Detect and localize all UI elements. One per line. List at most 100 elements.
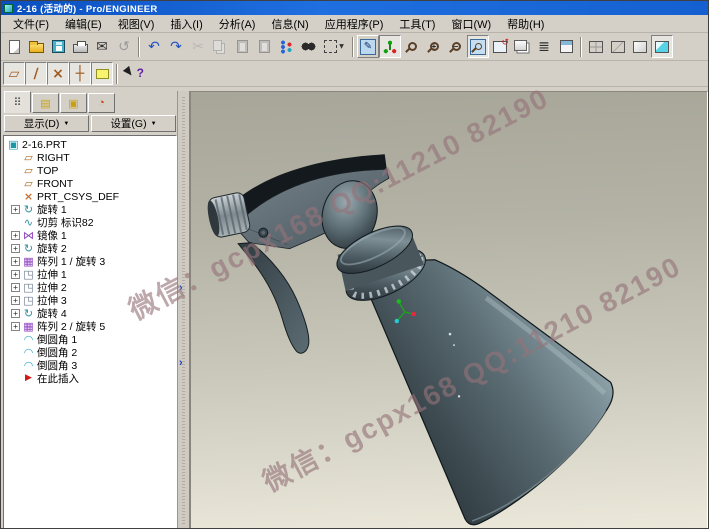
sash-collapse-icon[interactable]: › (179, 284, 183, 292)
menu-window[interactable]: 窗口(W) (443, 15, 499, 33)
settings-dropdown-button[interactable]: 设置(G)▼ (91, 115, 176, 132)
tab-connections[interactable]: ◔ (88, 93, 115, 113)
orient-mode-button[interactable] (401, 35, 423, 58)
expand-icon[interactable]: + (11, 244, 20, 253)
graphics-viewport[interactable] (190, 91, 708, 529)
copy-button[interactable] (209, 35, 231, 58)
menu-view[interactable]: 视图(V) (110, 15, 163, 33)
tree-item-pattern-1[interactable]: +▦阵列 1 / 旋转 3 (4, 255, 176, 268)
tree-item-pattern-2[interactable]: +▦阵列 2 / 旋转 5 (4, 320, 176, 333)
email-button[interactable]: ✉ (91, 35, 113, 58)
sash-collapse-icon[interactable]: › (179, 359, 183, 367)
refit-button[interactable] (467, 35, 489, 58)
expand-icon[interactable]: + (11, 270, 20, 279)
expand-icon[interactable]: + (11, 205, 20, 214)
expand-icon[interactable]: + (11, 322, 20, 331)
navigator-sash[interactable]: › › (177, 91, 190, 529)
find-button[interactable] (297, 35, 319, 58)
reorient-button[interactable] (489, 35, 511, 58)
tree-item-extrude-3[interactable]: +◳拉伸 3 (4, 294, 176, 307)
tree-item-front-plane[interactable]: ▱FRONT (4, 177, 176, 190)
csys-icon: × (22, 191, 35, 202)
main-toolbar: ✉ ↺ ↶ ↷ ✂ ▼ ✎ + − ≣ (1, 33, 708, 61)
wireframe-button[interactable] (585, 35, 607, 58)
tree-toolbar: 显示(D)▼ 设置(G)▼ (3, 113, 177, 134)
paste-special-button[interactable] (253, 35, 275, 58)
shaded-cube-icon (655, 41, 669, 53)
hidden-line-button[interactable] (607, 35, 629, 58)
revolve-icon: ↻ (22, 204, 35, 215)
no-hidden-button[interactable] (629, 35, 651, 58)
datum-axes-toggle[interactable]: ∕ (25, 62, 47, 85)
zoom-in-button[interactable]: + (423, 35, 445, 58)
no-hidden-cube-icon (633, 41, 647, 53)
tree-item-extrude-1[interactable]: +◳拉伸 1 (4, 268, 176, 281)
redo-button[interactable]: ↷ (165, 35, 187, 58)
expand-icon[interactable]: + (11, 231, 20, 240)
new-file-button[interactable] (3, 35, 25, 58)
expand-icon[interactable]: + (11, 309, 20, 318)
toolbar-separator (580, 37, 582, 57)
tree-item-trim[interactable]: ∿切剪 标识82 (4, 216, 176, 229)
tree-item-round-2[interactable]: ◠倒圆角 2 (4, 346, 176, 359)
context-help-button[interactable]: ? (121, 62, 149, 85)
round-icon: ◠ (22, 347, 35, 358)
model-tree-tab-icon: ⠿ (13, 96, 21, 109)
menu-analysis[interactable]: 分析(A) (211, 15, 264, 33)
expand-icon[interactable]: + (11, 283, 20, 292)
datum-planes-toggle[interactable]: ▱ (3, 62, 25, 85)
datum-plane-icon: ▱ (22, 178, 35, 189)
open-file-button[interactable] (25, 35, 47, 58)
erase-icon: ↺ (118, 40, 130, 54)
wireframe-cube-icon (589, 41, 603, 53)
expand-icon[interactable]: + (11, 296, 20, 305)
menu-applications[interactable]: 应用程序(P) (317, 15, 392, 33)
menu-help[interactable]: 帮助(H) (499, 15, 552, 33)
tree-item-part[interactable]: ▣2-16.PRT (4, 138, 176, 151)
view-manager-button[interactable] (555, 35, 577, 58)
title-bar[interactable]: 2-16 (活动的) - Pro/ENGINEER (1, 1, 708, 15)
tree-item-csys[interactable]: ×PRT_CSYS_DEF (4, 190, 176, 203)
selection-filter[interactable]: ▼ (319, 35, 349, 58)
tree-item-round-3[interactable]: ◠倒圆角 3 (4, 359, 176, 372)
repaint-icon: ✎ (360, 39, 376, 55)
menu-file[interactable]: 文件(F) (5, 15, 57, 33)
model-tree[interactable]: ▣2-16.PRT ▱RIGHT ▱TOP ▱FRONT ×PRT_CSYS_D… (3, 135, 177, 529)
menu-insert[interactable]: 插入(I) (162, 15, 210, 33)
print-button[interactable] (69, 35, 91, 58)
show-dropdown-button[interactable]: 显示(D)▼ (4, 115, 89, 132)
menu-info[interactable]: 信息(N) (263, 15, 316, 33)
spin-center-toggle[interactable] (379, 35, 401, 58)
tree-item-mirror-1[interactable]: +⋈镜像 1 (4, 229, 176, 242)
annotations-toggle[interactable] (91, 62, 113, 85)
tree-item-insert-here[interactable]: ▶在此插入 (4, 372, 176, 385)
erase-display-button[interactable]: ↺ (113, 35, 135, 58)
regenerate-button[interactable] (275, 35, 297, 58)
undo-button[interactable]: ↶ (143, 35, 165, 58)
datum-plane-icon: ▱ (22, 152, 35, 163)
orient-magnifier-icon (408, 42, 417, 51)
menu-edit[interactable]: 编辑(E) (57, 15, 110, 33)
reorient-icon (493, 41, 507, 53)
zoom-out-button[interactable]: − (445, 35, 467, 58)
tab-model-tree[interactable]: ⠿ (4, 91, 31, 113)
new-file-icon (9, 40, 20, 54)
saved-views-icon (514, 40, 527, 51)
repaint-button[interactable]: ✎ (357, 35, 379, 58)
tree-item-round-1[interactable]: ◠倒圆角 1 (4, 333, 176, 346)
paste-button[interactable] (231, 35, 253, 58)
layers-button[interactable]: ≣ (533, 35, 555, 58)
tree-item-extrude-2[interactable]: +◳拉伸 2 (4, 281, 176, 294)
tree-item-right-plane[interactable]: ▱RIGHT (4, 151, 176, 164)
saved-views-button[interactable] (511, 35, 533, 58)
tree-item-top-plane[interactable]: ▱TOP (4, 164, 176, 177)
expand-icon[interactable]: + (11, 257, 20, 266)
csys-display-toggle[interactable]: ┼ (69, 62, 91, 85)
datum-points-toggle[interactable]: × (47, 62, 69, 85)
shaded-button[interactable] (651, 35, 673, 58)
save-button[interactable] (47, 35, 69, 58)
menu-tools[interactable]: 工具(T) (391, 15, 443, 33)
cut-button[interactable]: ✂ (187, 35, 209, 58)
tab-folder-browser[interactable]: ▣ (60, 93, 87, 113)
tab-layer-tree[interactable]: ▤ (32, 93, 59, 113)
